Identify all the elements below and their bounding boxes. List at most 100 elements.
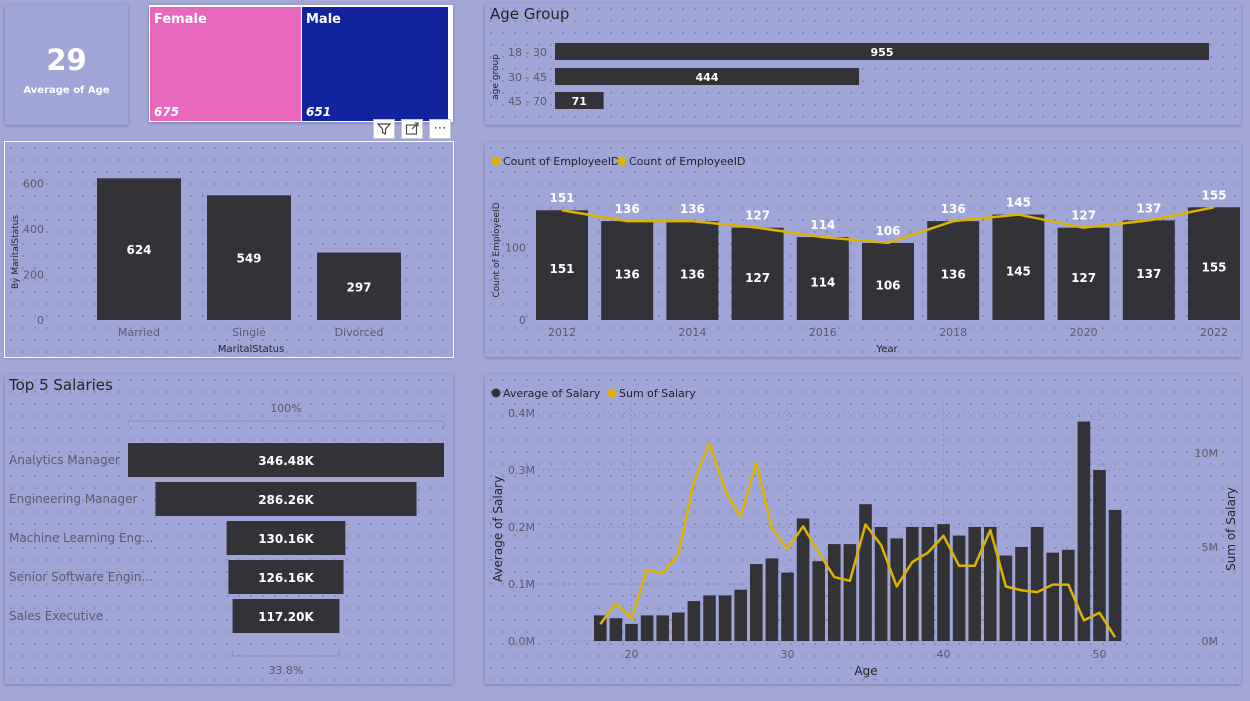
focus-mode-icon[interactable]: [401, 119, 423, 139]
male-tile[interactable]: Male 651: [302, 7, 448, 121]
age-group-axis-label: age group: [491, 54, 501, 100]
male-label: Male: [306, 12, 341, 27]
yearly-count-svg: Count of EmployeeID Count of EmployeeID …: [491, 155, 1240, 355]
salary-bar: [921, 527, 935, 641]
yearly-ytick: 0: [519, 314, 526, 327]
marital-ytick: 200: [23, 269, 44, 282]
age-group-data-label: 444: [696, 71, 719, 84]
salary-right-tick: 10M: [1195, 447, 1219, 460]
yearly-line-label: 106: [875, 224, 900, 238]
yearly-xtick: 2018: [939, 326, 967, 339]
salary-xlabel: Age: [854, 664, 877, 678]
filter-icon[interactable]: [373, 119, 395, 139]
yearly-bar-label: 114: [810, 276, 835, 290]
yearly-bar-label: 137: [1136, 267, 1161, 281]
kpi-label: Average of Age: [23, 85, 110, 96]
salary-bar: [1108, 509, 1122, 641]
yearly-xtick: 2014: [678, 326, 706, 339]
salary-bar: [968, 527, 981, 641]
salary-bar: [765, 558, 779, 641]
gender-treemap[interactable]: Female 675 Male 651: [149, 5, 453, 122]
funnel-data-label: 346.48K: [258, 454, 314, 468]
yearly-bar-label: 145: [1006, 264, 1031, 278]
salary-right-tick: 0M: [1202, 635, 1219, 648]
yearly-ytick: 100: [505, 241, 526, 254]
yearly-xtick: 2020: [1070, 326, 1098, 339]
yearly-count-chart[interactable]: Count of EmployeeID Count of EmployeeID …: [485, 142, 1241, 357]
yearly-bar-label: 136: [680, 268, 705, 282]
legend-marker-avg: [491, 388, 501, 398]
female-label: Female: [154, 12, 207, 27]
salary-right-tick: 5M: [1202, 541, 1219, 554]
yearly-line-label: 151: [549, 191, 574, 205]
salary-bar: [750, 564, 763, 641]
salary-bar: [687, 601, 701, 641]
marital-status-chart[interactable]: By MaritalStatus MaritalStatus 0 200 400 60…: [4, 141, 454, 358]
salary-ylabel-right: Sum of Salary: [1224, 487, 1238, 571]
marital-data-label: 549: [236, 252, 261, 266]
salary-bar: [625, 623, 638, 641]
yearly-line-label: 155: [1201, 188, 1226, 202]
yearly-bar-label: 127: [745, 271, 770, 285]
salary-bar: [1046, 552, 1059, 641]
salary-ylabel-left: Average of Salary: [491, 476, 505, 582]
salary-xtick: 30: [781, 648, 795, 661]
yearly-bar-label: 155: [1201, 261, 1226, 275]
age-salary-chart[interactable]: Average of Salary Sum of Salary Average …: [485, 374, 1241, 684]
salary-xtick: 40: [937, 648, 951, 661]
yearly-bar-label: 127: [1071, 271, 1096, 285]
marital-xlabel: MaritalStatus: [218, 344, 284, 355]
marital-xtick: Married: [118, 326, 160, 339]
funnel-bottom-pct: 33.8%: [269, 664, 304, 677]
funnel-category-label: Senior Software Engin...: [9, 570, 153, 584]
salary-left-tick: 0.3M: [508, 464, 535, 477]
age-group-data-label: 955: [871, 46, 894, 59]
marital-ytick: 600: [23, 178, 44, 191]
legend-marker-2: [617, 156, 627, 166]
age-salary-svg: Average of Salary Sum of Salary Average …: [491, 387, 1238, 678]
legend-marker-1: [491, 156, 501, 166]
yearly-bar-label: 136: [615, 268, 640, 282]
marital-data-label: 624: [126, 243, 151, 257]
salary-bar: [656, 615, 669, 641]
yearly-line-label: 127: [745, 209, 770, 223]
age-group-tick-label: 45 - 70: [508, 95, 547, 108]
top-salaries-title: Top 5 Salaries: [9, 376, 113, 394]
marital-ylabel: By MaritalStatus: [11, 215, 21, 289]
salary-left-tick: 0.1M: [508, 578, 535, 591]
salary-bar: [890, 538, 903, 641]
salary-bar: [640, 615, 654, 641]
yearly-line-label: 136: [680, 202, 705, 216]
kpi-value: 29: [46, 43, 87, 77]
yearly-xtick: 2016: [809, 326, 837, 339]
yearly-legend-1: Count of EmployeeID: [503, 155, 619, 168]
top-salaries-funnel[interactable]: Top 5 Salaries 100% 33.8% 346.48K Analyti…: [5, 374, 453, 684]
age-group-svg: age group 18 - 30 955 30 - 45 444 45 - 70 71: [491, 43, 1209, 109]
legend-marker-sum: [607, 388, 617, 398]
salary-legend-sum: Sum of Salary: [619, 387, 696, 400]
funnel-category-label: Analytics Manager: [9, 453, 120, 467]
salary-left-tick: 0.2M: [508, 521, 535, 534]
marital-data-label: 297: [346, 280, 371, 294]
salary-bar: [812, 561, 825, 641]
age-group-chart[interactable]: Age Group age group 18 - 30 955 30 - 45 444…: [485, 3, 1241, 125]
yearly-xlabel: Year: [875, 344, 898, 355]
yearly-ylabel: Count of EmployeeID: [492, 202, 502, 297]
salary-bar: [609, 618, 623, 641]
yearly-xtick: 2012: [548, 326, 576, 339]
yearly-line-label: 114: [810, 218, 835, 232]
salary-bar: [1015, 546, 1028, 641]
yearly-line-label: 136: [615, 202, 640, 216]
funnel-data-label: 286.26K: [258, 493, 314, 507]
kpi-card: 29 Average of Age: [5, 5, 128, 125]
more-options-icon[interactable]: ⋯: [429, 119, 451, 139]
salary-bar: [952, 535, 966, 641]
funnel-bottom-bracket: [232, 650, 340, 657]
salary-left-tick: 0.0M: [508, 635, 535, 648]
yearly-xtick: 2022: [1200, 326, 1228, 339]
salary-legend-avg: Average of Salary: [503, 387, 601, 400]
female-tile[interactable]: Female 675: [150, 7, 301, 121]
salary-bar: [672, 612, 685, 641]
funnel-category-label: Engineering Manager: [9, 492, 137, 506]
yearly-bar-label: 151: [549, 262, 574, 276]
